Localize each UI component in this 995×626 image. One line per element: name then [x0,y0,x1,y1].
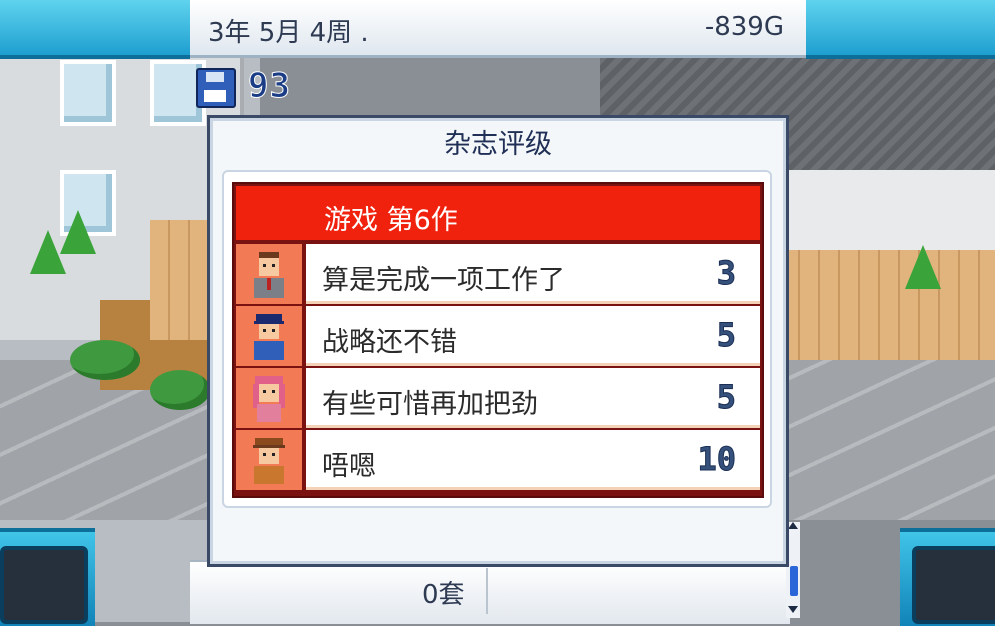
reviewer-2-icon [236,306,302,366]
bush [150,370,210,410]
review-score: 5 [716,378,736,417]
review-row: 算是完成一项工作了 3 [236,244,760,304]
wooden-fence [780,250,995,370]
review-comment-box: 战略还不错 5 [306,306,760,366]
funds-display: -839G [704,12,784,42]
review-score: 5 [716,316,736,355]
divider [486,568,488,614]
bottom-right-panel[interactable] [900,528,995,626]
review-score: 3 [716,254,736,293]
scrollbar-thumb[interactable] [790,566,798,596]
game-title-header: 游戏 第6作 [236,186,760,240]
review-comment: 算是完成一项工作了 [322,265,565,296]
magazine-rating-dialog[interactable]: 杂志评级 游戏 第6作 算是完成一项工作了 3 战略还不错 5 有些可惜再加把劲… [207,115,789,567]
floppy-disk-icon [196,68,236,108]
save-count: 93 [248,66,291,107]
monitor-icon [912,546,995,624]
tree [905,245,941,289]
review-comment-box: 有些可惜再加把劲 5 [306,368,760,428]
topbar-right-panel [806,0,995,59]
rating-panel: 游戏 第6作 算是完成一项工作了 3 战略还不错 5 有些可惜再加把劲 5 唔嗯… [232,182,764,498]
reviewer-4-icon [236,430,302,490]
review-row: 战略还不错 5 [236,306,760,366]
review-comment-box: 唔嗯 10 [306,430,760,490]
scroll-up-arrow-icon[interactable] [788,522,798,529]
reviewer-3-icon [236,368,302,428]
bottom-info-bar: 0套 [190,560,790,624]
bottom-left-panel[interactable] [0,528,95,626]
topbar-left-panel [0,0,190,59]
rating-panel-frame: 游戏 第6作 算是完成一项工作了 3 战略还不错 5 有些可惜再加把劲 5 唔嗯… [222,170,772,508]
tree [60,210,96,254]
game-date: 3年 5月 4周 . [208,18,369,48]
game-title: 游戏 第6作 [324,205,458,236]
review-comment: 有些可惜再加把劲 [322,389,538,420]
bush [70,340,140,380]
monitor-icon [0,546,88,624]
reviewer-1-icon [236,244,302,304]
scroll-down-arrow-icon[interactable] [788,606,798,613]
review-row: 有些可惜再加把劲 5 [236,368,760,428]
review-row: 唔嗯 10 [236,430,760,490]
sets-count: 0套 [422,580,465,610]
review-comment-box: 算是完成一项工作了 3 [306,244,760,304]
dialog-title: 杂志评级 [444,129,552,160]
review-comment: 战略还不错 [322,327,457,358]
review-score: 10 [697,440,737,479]
review-comment: 唔嗯 [322,451,376,482]
status-bar: 3年 5月 4周 . -839G [190,0,806,58]
